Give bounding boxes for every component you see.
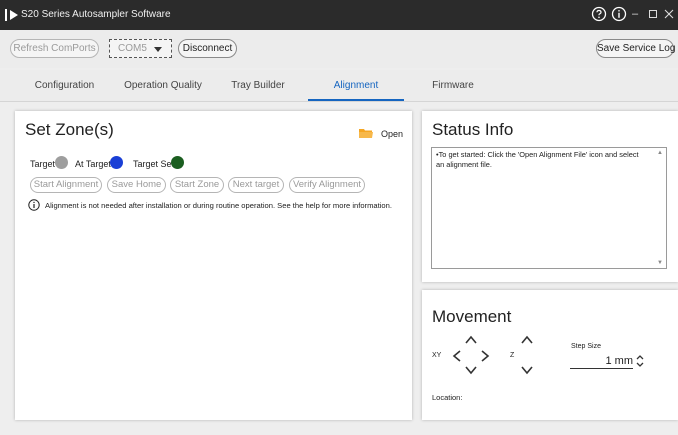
save-service-log-button[interactable]: Save Service Log bbox=[596, 39, 675, 58]
step-size-spinner-icon[interactable] bbox=[636, 354, 644, 368]
refresh-comports-button[interactable]: Refresh ComPorts bbox=[10, 39, 99, 58]
chevron-down-icon bbox=[154, 47, 162, 52]
save-home-button[interactable]: Save Home bbox=[107, 177, 166, 193]
info-icon[interactable] bbox=[611, 6, 627, 22]
z-up-arrow-icon[interactable] bbox=[520, 333, 534, 347]
com-port-select[interactable]: COM5 bbox=[109, 39, 172, 58]
active-tab-indicator bbox=[308, 99, 404, 101]
z-label: Z bbox=[510, 352, 515, 359]
window-title: S20 Series Autosampler Software bbox=[21, 9, 171, 20]
step-size-label: Step Size bbox=[571, 343, 601, 350]
com-port-value: COM5 bbox=[118, 43, 147, 54]
minimize-icon[interactable]: – bbox=[628, 7, 642, 21]
verify-alignment-button[interactable]: Verify Alignment bbox=[289, 177, 365, 193]
disconnect-button[interactable]: Disconnect bbox=[178, 39, 237, 58]
folder-open-icon[interactable] bbox=[359, 128, 373, 139]
location-label: Location: bbox=[432, 393, 463, 402]
legend-target-label: Target bbox=[30, 159, 56, 169]
tab-configuration[interactable]: Configuration bbox=[17, 70, 112, 102]
z-down-arrow-icon[interactable] bbox=[520, 363, 534, 377]
help-icon[interactable] bbox=[591, 6, 607, 22]
legend-at-target-dot bbox=[110, 156, 123, 169]
legend-at-target-label: At Target bbox=[75, 159, 111, 169]
info-icon bbox=[28, 199, 40, 211]
start-alignment-button[interactable]: Start Alignment bbox=[30, 177, 102, 193]
movement-title: Movement bbox=[432, 307, 512, 326]
scroll-up-icon[interactable]: ▲ bbox=[656, 149, 664, 157]
toolbar bbox=[0, 30, 678, 68]
legend-target-dot bbox=[55, 156, 68, 169]
xy-left-arrow-icon[interactable] bbox=[450, 349, 464, 363]
step-size-unit: mm bbox=[614, 355, 633, 367]
tab-operation-quality[interactable]: Operation Quality bbox=[114, 70, 212, 102]
next-target-button[interactable]: Next target bbox=[228, 177, 284, 193]
start-zone-button[interactable]: Start Zone bbox=[170, 177, 224, 193]
xy-label: XY bbox=[432, 352, 442, 359]
step-size-input[interactable]: 1 mm bbox=[570, 353, 633, 369]
set-zone-title: Set Zone(s) bbox=[25, 120, 114, 139]
alignment-info-text: Alignment is not needed after installati… bbox=[45, 201, 392, 210]
status-info-title: Status Info bbox=[432, 120, 514, 139]
title-bar: S20 Series Autosampler Software – bbox=[0, 0, 678, 30]
xy-right-arrow-icon[interactable] bbox=[478, 349, 492, 363]
set-zone-panel bbox=[15, 111, 412, 420]
xy-up-arrow-icon[interactable] bbox=[464, 333, 478, 347]
status-log[interactable]: •To get started: Click the 'Open Alignme… bbox=[431, 147, 667, 269]
close-icon[interactable] bbox=[662, 7, 676, 21]
open-file-button[interactable]: Open bbox=[381, 129, 403, 139]
maximize-icon[interactable] bbox=[646, 7, 660, 21]
tab-alignment[interactable]: Alignment bbox=[308, 70, 404, 102]
status-log-text: •To get started: Click the 'Open Alignme… bbox=[436, 150, 639, 169]
xy-down-arrow-icon[interactable] bbox=[464, 363, 478, 377]
tab-tray-builder[interactable]: Tray Builder bbox=[218, 70, 298, 102]
app-logo-icon bbox=[5, 9, 18, 21]
legend-target-set-label: Target Set bbox=[133, 159, 175, 169]
tab-firmware[interactable]: Firmware bbox=[418, 70, 488, 102]
step-size-value: 1 bbox=[605, 355, 612, 367]
scroll-down-icon[interactable]: ▼ bbox=[656, 259, 664, 267]
tab-bar: Configuration Operation Quality Tray Bui… bbox=[0, 70, 678, 102]
legend-target-set-dot bbox=[171, 156, 184, 169]
